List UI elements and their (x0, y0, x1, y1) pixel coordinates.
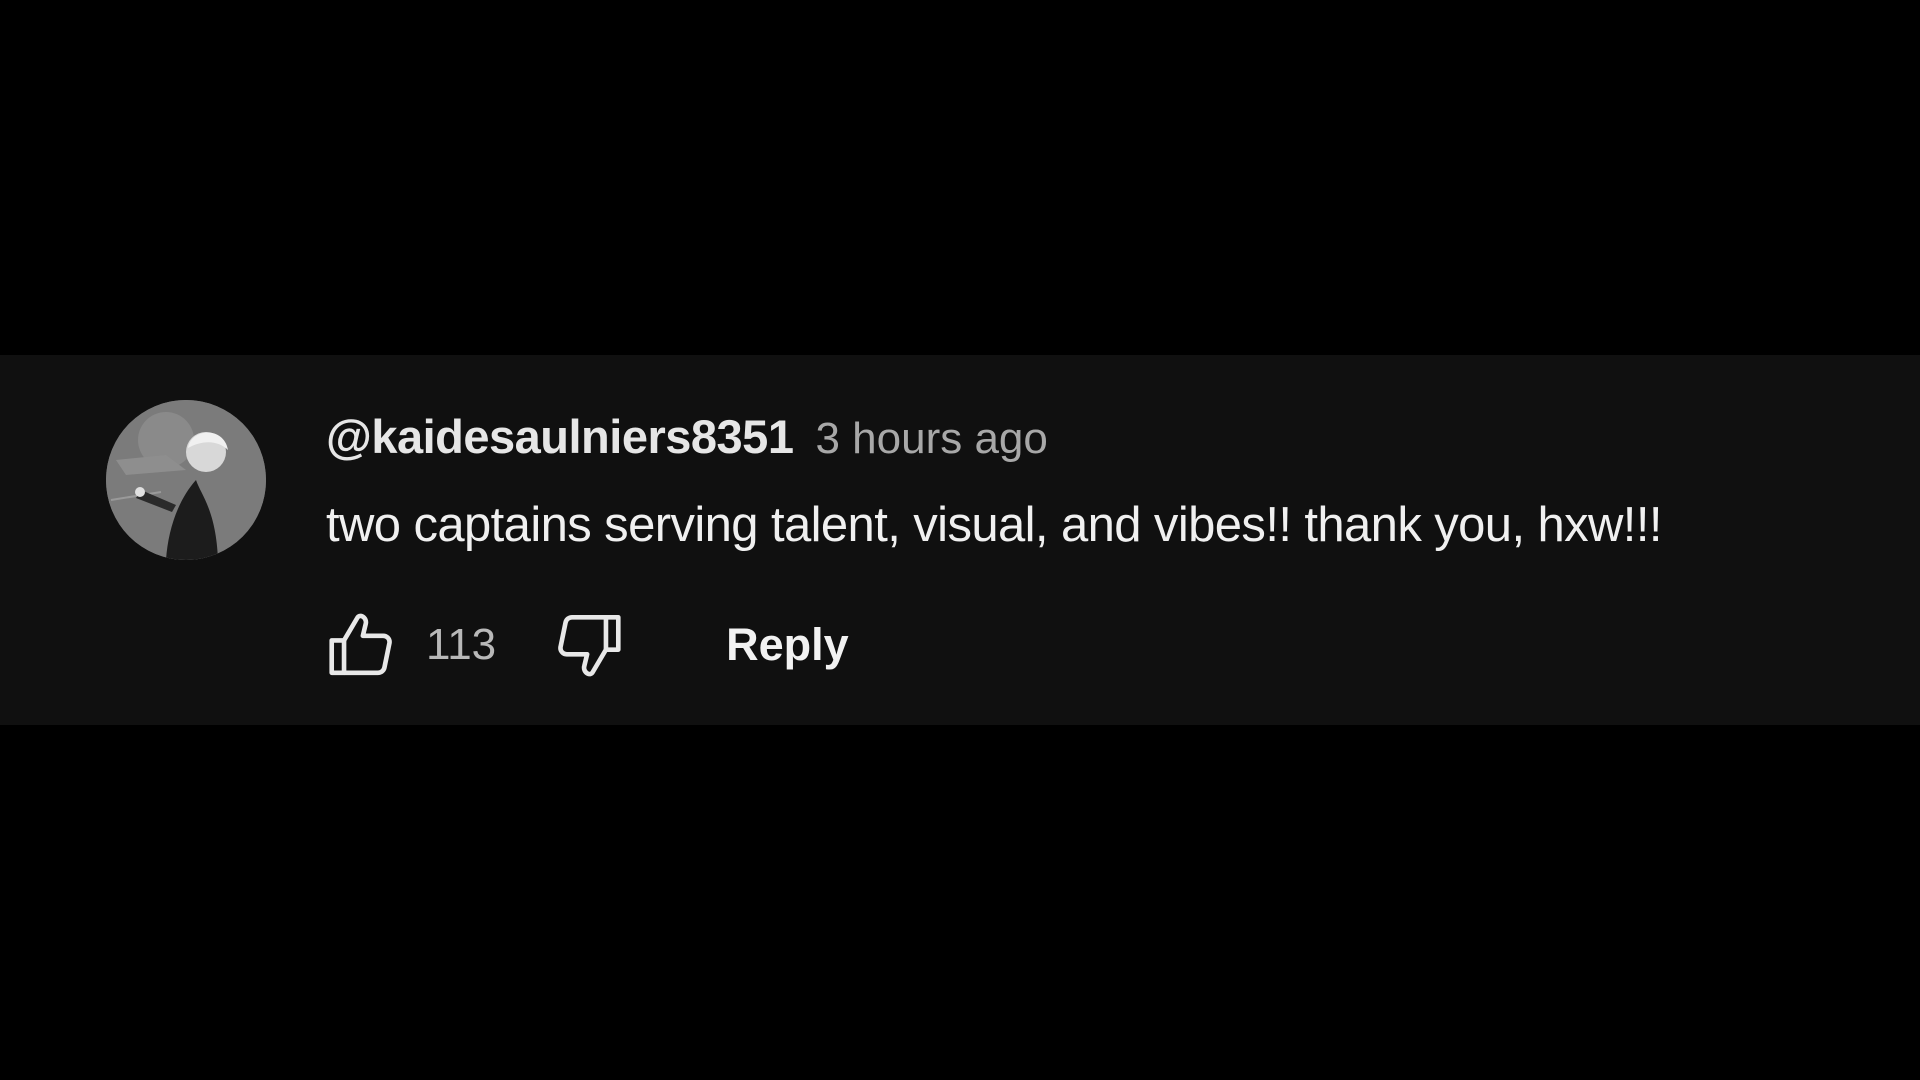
comment-header: @kaidesaulniers8351 3 hours ago (326, 409, 1886, 473)
comment-timestamp[interactable]: 3 hours ago (815, 414, 1047, 464)
comment-body: @kaidesaulniers8351 3 hours ago two capt… (326, 409, 1886, 553)
avatar-image (106, 400, 266, 560)
thumbs-down-icon (558, 614, 621, 677)
comment-actions: 113 Reply (322, 605, 849, 685)
like-count: 113 (426, 620, 497, 669)
reply-button[interactable]: Reply (726, 619, 849, 671)
comment-text: two captains serving talent, visual, and… (326, 498, 1662, 552)
comment-card: @kaidesaulniers8351 3 hours ago two capt… (0, 355, 1920, 725)
dislike-button[interactable] (550, 606, 628, 684)
avatar[interactable] (106, 400, 266, 560)
thumbs-up-icon (329, 613, 392, 676)
author-name[interactable]: @kaidesaulniers8351 (326, 409, 794, 464)
page: @kaidesaulniers8351 3 hours ago two capt… (0, 0, 1920, 1080)
like-button[interactable] (322, 606, 400, 684)
